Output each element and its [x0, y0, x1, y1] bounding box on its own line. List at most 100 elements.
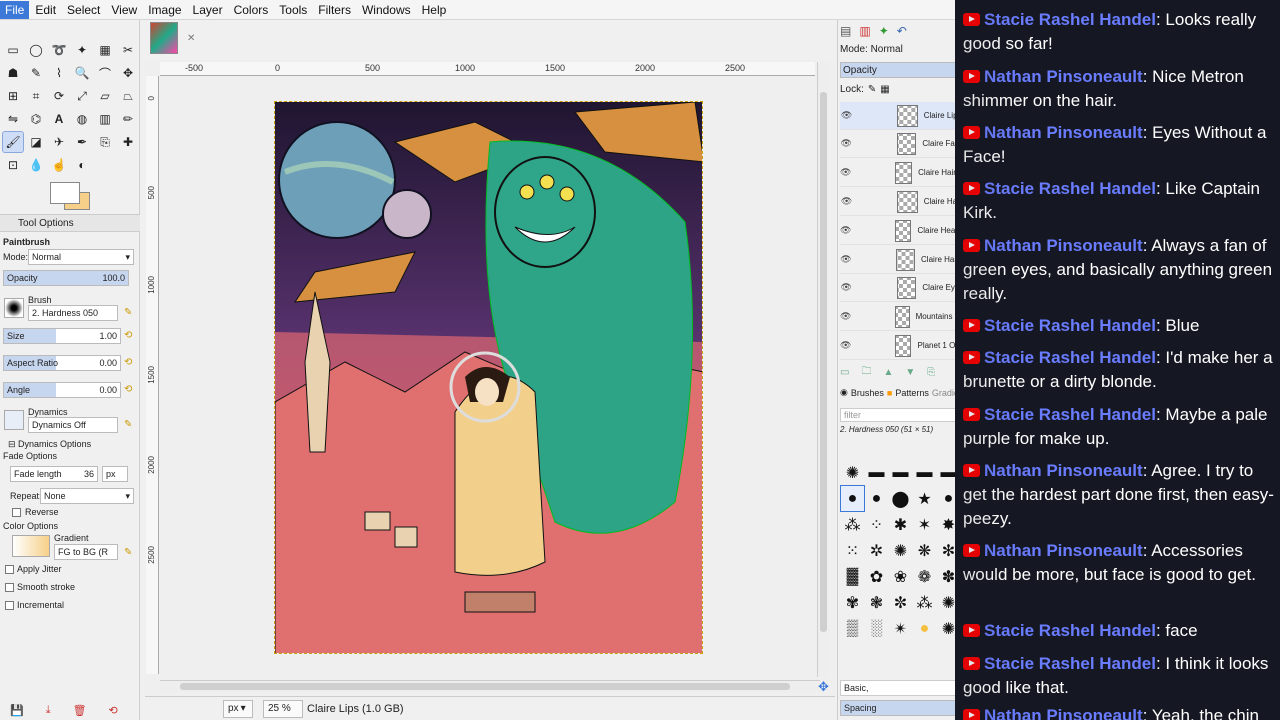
ink-icon[interactable]: ✒ — [72, 132, 92, 152]
dynamics-preview-icon[interactable] — [4, 410, 24, 430]
brush-item[interactable]: ● — [865, 486, 888, 511]
brush-item[interactable]: ▬ — [865, 460, 888, 485]
gradient-field[interactable]: FG to BG (R — [54, 544, 118, 560]
shear-icon[interactable]: ▱ — [95, 86, 115, 106]
dynamics-field[interactable]: Dynamics Off — [28, 417, 118, 433]
move-icon[interactable]: ✥ — [118, 63, 138, 83]
eye-icon[interactable]: 👁 — [840, 138, 853, 149]
edit-gradient-icon[interactable]: ✎ — [124, 547, 136, 559]
layer-row[interactable]: 👁 Claire Lips — [840, 102, 959, 130]
edit-brush-icon[interactable]: ✎ — [124, 307, 136, 319]
smooth-stroke-checkbox[interactable] — [5, 583, 14, 592]
color-picker-icon[interactable]: ⌇ — [49, 63, 69, 83]
brushes-tab-icon[interactable]: ◉ — [840, 387, 848, 398]
brush-item[interactable]: ✱ — [889, 512, 912, 537]
bucket-fill-icon[interactable]: ◍ — [72, 109, 92, 129]
lock-pixels-icon[interactable]: ✎ — [868, 84, 876, 95]
perspective-clone-icon[interactable]: ⊡ — [3, 155, 23, 175]
ellipse-select-icon[interactable]: ◯ — [26, 40, 46, 60]
reset-size-icon[interactable]: ⟲ — [124, 330, 136, 342]
menu-layer[interactable]: Layer — [188, 1, 228, 19]
angle-slider[interactable]: Angle 0.00 — [3, 382, 121, 398]
layer-opacity-slider[interactable]: Opacity — [840, 62, 959, 78]
brush-item[interactable]: ▒ — [841, 616, 864, 641]
incremental-checkbox[interactable] — [5, 601, 14, 610]
perspective-icon[interactable]: ⏢ — [118, 86, 138, 106]
layer-row[interactable]: 👁 Mountains - Overlay — [840, 303, 959, 331]
brush-item[interactable]: ❃ — [865, 590, 888, 615]
brush-item[interactable]: ❁ — [913, 564, 936, 589]
foreground-color-swatch[interactable] — [50, 182, 80, 204]
rect-select-icon[interactable]: ▭ — [3, 40, 23, 60]
color-select-icon[interactable]: ▦ — [95, 40, 115, 60]
undo-tab-icon[interactable]: ↶ — [897, 24, 907, 38]
foreground-select-icon[interactable]: ☗ — [3, 63, 23, 83]
ruler-vertical[interactable]: 0 500 1000 1500 2000 2500 — [146, 76, 159, 674]
dodge-burn-icon[interactable]: ◐ — [72, 155, 92, 175]
clone-icon[interactable]: ⎘ — [95, 132, 115, 152]
brush-item[interactable]: ★ — [913, 486, 936, 511]
menu-colors[interactable]: Colors — [229, 1, 274, 19]
brush-item[interactable]: ✼ — [889, 590, 912, 615]
eye-icon[interactable]: 👁 — [840, 110, 853, 121]
brush-item[interactable]: ⁂ — [913, 590, 936, 615]
brush-item[interactable]: ✿ — [865, 564, 888, 589]
brush-preset-field[interactable]: Basic, — [840, 680, 959, 696]
menu-file[interactable]: File — [0, 0, 30, 19]
opacity-slider[interactable]: Opacity 100.0 — [3, 270, 129, 286]
text-icon[interactable]: A — [49, 109, 69, 129]
navigate-icon[interactable]: ✥ — [818, 679, 829, 695]
brush-name-field[interactable]: 2. Hardness 050 — [28, 305, 118, 321]
new-layer-icon[interactable]: ▭ — [840, 367, 849, 378]
eraser-icon[interactable]: ◪ — [26, 132, 46, 152]
fade-length-field[interactable]: Fade length 36 — [10, 466, 98, 482]
brush-item-selected[interactable]: ● — [840, 485, 865, 512]
paths-tab-icon[interactable]: ✦ — [879, 24, 889, 38]
menu-tools[interactable]: Tools — [274, 1, 312, 19]
eye-icon[interactable]: 👁 — [840, 254, 852, 265]
reset-aspect-icon[interactable]: ⟲ — [124, 357, 136, 369]
brush-item[interactable]: ░ — [865, 616, 888, 641]
cage-icon[interactable]: ⌬ — [26, 109, 46, 129]
crop-icon[interactable]: ⌗ — [26, 86, 46, 106]
brush-item[interactable]: ✾ — [841, 590, 864, 615]
patterns-tab[interactable]: Patterns — [895, 388, 929, 398]
rotate-icon[interactable]: ⟳ — [49, 86, 69, 106]
flip-icon[interactable]: ⇋ — [3, 109, 23, 129]
eye-icon[interactable]: 👁 — [840, 282, 853, 293]
reverse-checkbox[interactable] — [12, 508, 21, 517]
image-tab-thumbnail[interactable] — [150, 22, 178, 54]
aspect-ratio-slider[interactable]: Aspect Ratio 0.00 — [3, 355, 121, 371]
layer-mode-label[interactable]: Mode: Normal — [840, 44, 959, 55]
artwork-image[interactable] — [274, 101, 703, 654]
pencil-icon[interactable]: ✏ — [118, 109, 138, 129]
blend-icon[interactable]: ▥ — [95, 109, 115, 129]
duplicate-layer-icon[interactable]: ⎘ — [927, 367, 935, 378]
edit-dynamics-icon[interactable]: ✎ — [124, 419, 136, 431]
brush-item[interactable]: ❀ — [889, 564, 912, 589]
lower-layer-icon[interactable]: ▼ — [905, 367, 915, 378]
free-select-icon[interactable]: ➰ — [49, 40, 69, 60]
brush-item[interactable]: ● — [913, 616, 936, 641]
blur-icon[interactable]: 💧 — [26, 155, 46, 175]
raise-layer-icon[interactable]: ▲ — [883, 367, 893, 378]
layer-row[interactable]: 👁 Claire Head Inks — [840, 217, 959, 245]
layer-row[interactable]: 👁 Claire Eyes — [840, 274, 959, 302]
menu-view[interactable]: View — [106, 1, 142, 19]
brush-preview-icon[interactable] — [4, 298, 24, 318]
lock-alpha-icon[interactable]: ▦ — [880, 84, 889, 95]
restore-options-icon[interactable]: ⤓ — [46, 704, 51, 717]
size-slider[interactable]: Size 1.00 — [3, 328, 121, 344]
horizontal-scrollbar[interactable] — [160, 680, 820, 692]
brush-item[interactable]: ⁂ — [841, 512, 864, 537]
reset-options-icon[interactable]: ⟲ — [109, 704, 118, 717]
layer-row[interactable]: 👁 Claire Hair 2 — [840, 246, 959, 274]
spacing-slider[interactable]: Spacing — [840, 700, 959, 716]
scissors-icon[interactable]: ✂ — [118, 40, 138, 60]
brush-item[interactable]: ⬤ — [889, 486, 912, 511]
zoom-select[interactable]: 25 % — [263, 699, 303, 718]
patterns-tab-icon[interactable]: ■ — [887, 388, 892, 398]
brush-item[interactable]: ⁙ — [841, 538, 864, 563]
brush-item[interactable]: ✲ — [865, 538, 888, 563]
layer-row[interactable]: 👁 Claire Face — [840, 130, 959, 158]
